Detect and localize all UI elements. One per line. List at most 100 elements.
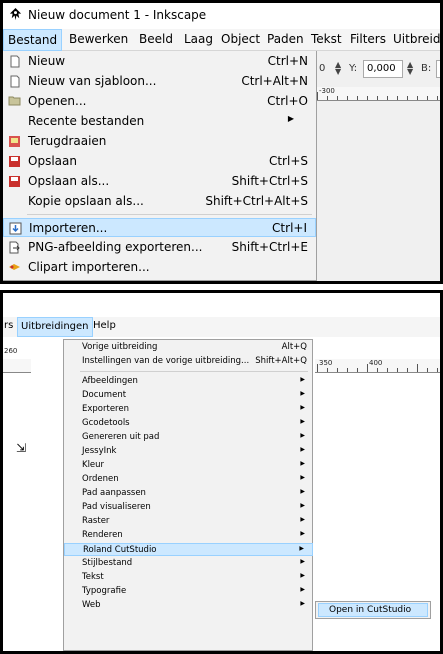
menu-item-afbeeldingen[interactable]: Afbeeldingen ▶	[64, 375, 313, 388]
menu-item-typografie[interactable]: Typografie ▶	[64, 585, 313, 598]
menu-item-pad-visualiseren[interactable]: Pad visualiseren ▶	[64, 501, 313, 514]
menu-item-document[interactable]: Document ▶	[64, 389, 313, 402]
menu-item-nieuw[interactable]: Nieuw Ctrl+N	[3, 52, 316, 71]
menu-bewerken[interactable]: Bewerken	[69, 32, 128, 46]
menu-object[interactable]: Object	[221, 32, 260, 46]
inkscape-logo-icon	[9, 7, 22, 21]
menu-tekst[interactable]: Tekst	[311, 32, 342, 46]
x-spinner-icon[interactable]: ▲ ▼	[335, 61, 341, 76]
menu-item-label: JessyInk	[82, 446, 117, 456]
menu-item-label: Raster	[82, 516, 110, 526]
ruler-tick	[357, 368, 358, 372]
menu-item-raster[interactable]: Raster ▶	[64, 515, 313, 528]
menu-item-label: Open in CutStudio	[329, 605, 412, 615]
menu-beeld[interactable]: Beeld	[139, 32, 173, 46]
menu-item-png-exporteren[interactable]: PNG-afbeelding exporteren... Shift+Ctrl+…	[3, 238, 316, 257]
menu-uitbreidingen[interactable]: Uitbreidingen	[17, 317, 93, 337]
y-spinner-icon[interactable]: ▲ ▼	[407, 61, 413, 76]
width-field[interactable]	[436, 60, 440, 78]
x-value-partial[interactable]: 0	[319, 63, 325, 74]
ruler-tick	[407, 96, 408, 100]
ruler-tick	[417, 96, 418, 100]
menu-item-label: Openen...	[28, 94, 87, 108]
menu-item-gcodetools[interactable]: Gcodetools ▶	[64, 417, 313, 430]
submenu-arrow-icon: ▶	[300, 600, 305, 607]
submenu-arrow-icon: ▶	[300, 558, 305, 565]
menu-item-label: Kleur	[82, 460, 105, 470]
submenu-arrow-icon: ▶	[300, 572, 305, 579]
ruler-label: 350	[319, 359, 333, 367]
menu-item-tekst[interactable]: Tekst ▶	[64, 571, 313, 584]
ruler-tick	[367, 364, 368, 372]
menu-item-pad-aanpassen[interactable]: Pad aanpassen ▶	[64, 487, 313, 500]
ruler-label: -300	[319, 87, 335, 95]
folder-open-icon	[8, 95, 21, 108]
new-from-template-icon	[8, 75, 21, 88]
menu-filters-partial[interactable]: rs	[4, 320, 13, 331]
menu-item-shortcut: Ctrl+N	[267, 54, 308, 68]
menu-item-nieuw-van-sjabloon[interactable]: Nieuw van sjabloon... Ctrl+Alt+N	[3, 72, 316, 91]
menu-item-importeren[interactable]: Importeren... Ctrl+I	[3, 218, 316, 237]
submenu-arrow-icon: ▶	[300, 474, 305, 481]
menu-item-kopie-opslaan-als[interactable]: Kopie opslaan als... Shift+Ctrl+Alt+S	[3, 192, 316, 211]
menu-item-stijlbestand[interactable]: Stijlbestand ▶	[64, 557, 313, 570]
menu-item-shortcut: Shift+Alt+Q	[255, 356, 307, 366]
menu-item-jessyink[interactable]: JessyInk ▶	[64, 445, 313, 458]
ruler-tick	[397, 96, 398, 100]
menu-item-renderen[interactable]: Renderen ▶	[64, 529, 313, 542]
menu-item-label: Exporteren	[82, 404, 129, 414]
y-field[interactable]: 0,000	[363, 60, 403, 78]
selection-handle-icon[interactable]: ⇲	[16, 441, 34, 457]
ruler-tick	[317, 364, 318, 372]
menu-item-opslaan[interactable]: Opslaan Ctrl+S	[3, 152, 316, 171]
submenu-arrow-icon: ▶	[287, 114, 294, 123]
menu-paden[interactable]: Paden	[267, 32, 304, 46]
ruler-tick	[357, 96, 358, 100]
menu-item-instellingen-vorige[interactable]: Instellingen van de vorige uitbreiding..…	[64, 355, 313, 368]
menu-laag[interactable]: Laag	[184, 32, 213, 46]
menubar: rs Uitbreidingen Help	[3, 317, 440, 337]
ruler-label: 400	[369, 359, 383, 367]
menu-item-label: Terugdraaien	[28, 134, 107, 148]
menu-item-recente-bestanden[interactable]: Recente bestanden ▶	[3, 112, 316, 131]
menu-item-label: Vorige uitbreiding	[82, 342, 158, 352]
menu-item-clipart-importeren[interactable]: Clipart importeren...	[3, 258, 316, 277]
menu-item-genereren-uit-pad[interactable]: Genereren uit pad ▶	[64, 431, 313, 444]
ruler-tick	[407, 368, 408, 372]
menu-item-ordenen[interactable]: Ordenen ▶	[64, 473, 313, 486]
submenu-arrow-icon: ▶	[300, 530, 305, 537]
save-icon	[8, 155, 21, 168]
menu-item-roland-cutstudio[interactable]: Roland CutStudio ▶	[64, 543, 313, 556]
menu-item-label: Pad aanpassen	[82, 488, 146, 498]
menu-item-opslaan-als[interactable]: Opslaan als... Shift+Ctrl+S	[3, 172, 316, 191]
menu-item-shortcut: Shift+Ctrl+Alt+S	[205, 194, 308, 208]
ruler-tick	[427, 368, 428, 372]
menu-item-label: Pad visualiseren	[82, 502, 151, 512]
menu-item-shortcut: Ctrl+Alt+N	[241, 74, 308, 88]
menu-item-openen[interactable]: Openen... Ctrl+O	[3, 92, 316, 111]
menu-item-vorige-uitbreiding[interactable]: Vorige uitbreiding Alt+Q	[64, 341, 313, 354]
menu-item-kleur[interactable]: Kleur ▶	[64, 459, 313, 472]
menu-item-web[interactable]: Web ▶	[64, 599, 313, 612]
submenu-arrow-icon: ▶	[299, 545, 304, 552]
menu-item-terugdraaien[interactable]: Terugdraaien	[3, 132, 316, 151]
y-label: Y:	[349, 63, 358, 74]
submenu-arrow-icon: ▶	[300, 586, 305, 593]
menu-item-shortcut: Alt+Q	[281, 342, 307, 352]
menu-item-label: Stijlbestand	[82, 558, 133, 568]
ruler-tick	[347, 368, 348, 372]
menu-item-label: Importeren...	[29, 221, 108, 235]
menu-uitbreidingen[interactable]: Uitbreidi	[393, 32, 440, 46]
menu-item-open-in-cutstudio[interactable]: Open in CutStudio	[318, 603, 428, 617]
menu-item-exporteren[interactable]: Exporteren ▶	[64, 403, 313, 416]
menu-item-label: Recente bestanden	[28, 114, 145, 128]
extensions-menu-dropdown: Vorige uitbreiding Alt+Q Instellingen va…	[63, 339, 313, 651]
ruler-tick	[387, 96, 388, 100]
menu-separator	[27, 214, 312, 215]
menu-filters[interactable]: Filters	[350, 32, 386, 46]
submenu-arrow-icon: ▶	[300, 446, 305, 453]
menu-bestand[interactable]: Bestand	[3, 29, 63, 51]
submenu-arrow-icon: ▶	[300, 432, 305, 439]
submenu-arrow-icon: ▶	[300, 502, 305, 509]
menu-help[interactable]: Help	[93, 320, 116, 331]
